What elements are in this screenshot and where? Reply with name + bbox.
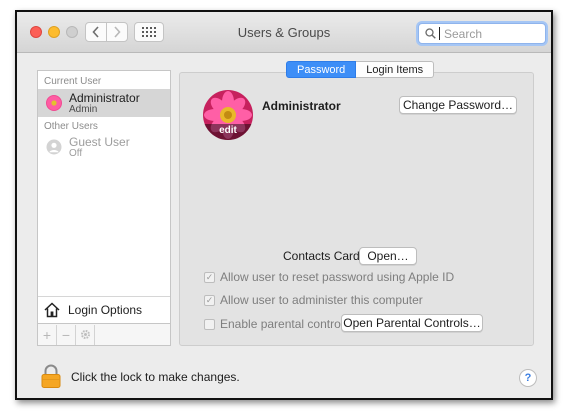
open-contacts-button[interactable]: Open… [359,247,417,265]
help-button[interactable]: ? [519,369,537,387]
sidebar-item-administrator[interactable]: Administrator Admin [38,89,170,117]
action-menu-button[interactable] [76,324,95,345]
parental-controls-option[interactable]: Enable parental controls [204,317,349,331]
users-sidebar: Current User Administrator Admin Other U… [37,70,171,346]
house-icon [44,302,60,318]
change-password-button[interactable]: Change Password… [399,96,517,114]
flower-avatar [46,95,62,111]
guest-avatar-icon [46,139,62,155]
other-users-section-label: Other Users [44,121,98,132]
sidebar-item-guest-user[interactable]: Guest User Off [38,133,170,161]
text-cursor [439,27,440,40]
add-user-button[interactable]: + [38,324,57,345]
tab-bar: Password Login Items [286,61,435,78]
administrator-role: Admin [69,104,98,115]
reset-password-checkbox[interactable]: ✓ [204,271,215,283]
open-parental-controls-button[interactable]: Open Parental Controls… [341,314,483,332]
edit-picture-label[interactable]: edit [203,124,253,140]
gear-icon [80,330,90,339]
tab-password[interactable]: Password [286,61,357,78]
user-picture[interactable]: edit [203,90,253,140]
search-icon [425,28,436,39]
users-groups-window: Users & Groups Search Current User Admin… [15,10,553,400]
user-full-name: Administrator [262,99,341,113]
lock-icon[interactable] [41,364,61,391]
parental-controls-checkbox[interactable] [204,318,215,330]
administer-label: Allow user to administer this computer [220,293,423,307]
tab-login-items[interactable]: Login Items [356,61,435,78]
remove-user-button[interactable]: − [57,324,76,345]
guest-user-name: Guest User [69,135,130,149]
login-options-item[interactable]: Login Options [38,296,170,323]
title-bar: Users & Groups Search [17,12,551,53]
administrator-name: Administrator [69,91,140,105]
current-user-section-label: Current User [44,76,102,87]
guest-user-status: Off [69,148,83,159]
reset-password-option[interactable]: ✓ Allow user to reset password using App… [204,270,454,284]
search-input[interactable]: Search [418,23,546,44]
contacts-card-label: Contacts Card: [283,249,364,263]
administer-checkbox[interactable]: ✓ [204,294,215,306]
parental-controls-label: Enable parental controls [220,317,350,331]
search-placeholder: Search [444,26,483,41]
login-options-label: Login Options [68,303,143,317]
reset-password-label: Allow user to reset password using Apple… [220,270,455,284]
lock-message: Click the lock to make changes. [71,370,240,384]
administer-option[interactable]: ✓ Allow user to administer this computer [204,293,423,307]
sidebar-toolbar: + − [38,323,170,345]
